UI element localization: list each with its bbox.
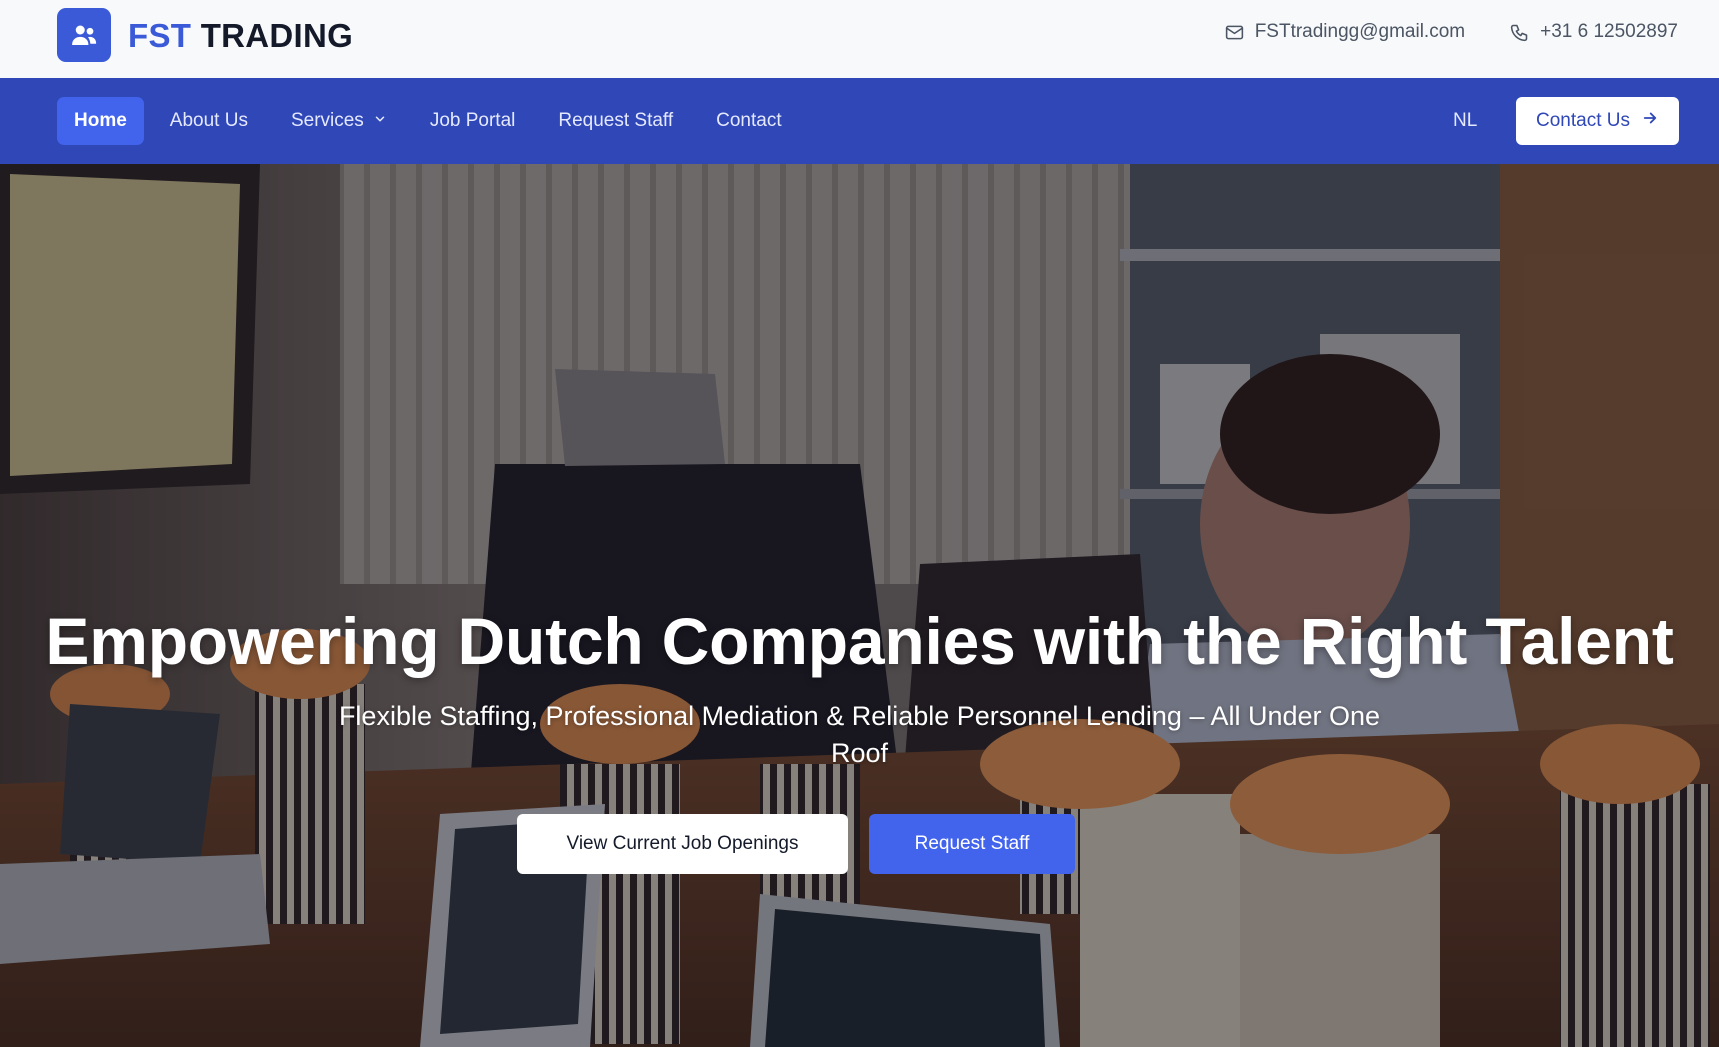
nav-item-request-staff[interactable]: Request Staff xyxy=(541,97,690,145)
nav-item-about-us[interactable]: About Us xyxy=(153,97,265,145)
hero-subtitle: Flexible Staffing, Professional Mediatio… xyxy=(338,700,1381,768)
chevron-down-icon xyxy=(373,110,387,132)
hero-title: Empowering Dutch Companies with the Righ… xyxy=(45,604,1674,678)
brand-name-highlight: FST xyxy=(128,16,192,54)
language-switch[interactable]: NL xyxy=(1453,110,1477,132)
request-staff-button[interactable]: Request Staff xyxy=(869,813,1075,874)
nav-item-home[interactable]: Home xyxy=(57,97,144,145)
hero-content: Empowering Dutch Companies with the Righ… xyxy=(0,604,1719,874)
main-nav: Home About Us Services Job Portal Reques… xyxy=(0,78,1719,164)
brand-name-rest: TRADING xyxy=(191,16,354,54)
users-icon xyxy=(57,8,111,62)
view-job-openings-button[interactable]: View Current Job Openings xyxy=(517,813,848,874)
hero-section: Empowering Dutch Companies with the Righ… xyxy=(0,164,1719,1047)
phone-link[interactable]: +31 6 12502897 xyxy=(1509,21,1678,43)
email-text: FSTtradingg@gmail.com xyxy=(1254,21,1466,42)
nav-links: Home About Us Services Job Portal Reques… xyxy=(57,97,808,145)
phone-text: +31 6 12502897 xyxy=(1540,21,1678,42)
nav-item-services-label: Services xyxy=(290,110,364,131)
nav-item-job-portal[interactable]: Job Portal xyxy=(413,97,533,145)
phone-icon xyxy=(1509,22,1530,43)
contact-us-label: Contact Us xyxy=(1536,110,1630,131)
mail-icon xyxy=(1224,22,1245,43)
arrow-right-icon xyxy=(1641,109,1659,133)
brand-name: FST TRADING xyxy=(128,19,353,52)
contact-us-button[interactable]: Contact Us xyxy=(1516,97,1679,145)
nav-item-services[interactable]: Services xyxy=(274,97,404,145)
brand-logo[interactable]: FST TRADING xyxy=(57,8,353,62)
contact-info: FSTtradingg@gmail.com +31 6 12502897 xyxy=(1224,21,1678,43)
email-link[interactable]: FSTtradingg@gmail.com xyxy=(1224,21,1465,43)
hero-buttons: View Current Job Openings Request Staff xyxy=(0,813,1719,874)
nav-item-contact[interactable]: Contact xyxy=(699,97,798,145)
top-bar: FST TRADING FSTtradingg@gmail.com +31 6 … xyxy=(0,0,1719,78)
